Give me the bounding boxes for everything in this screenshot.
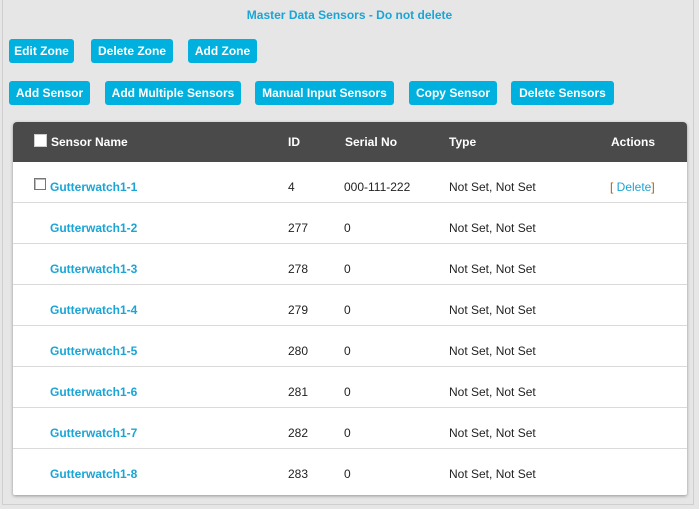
sensor-name-link[interactable]: Gutterwatch1-7 — [50, 426, 137, 440]
sensor-id: 283 — [288, 467, 309, 481]
sensor-type: Not Set, Not Set — [449, 303, 536, 317]
table-row: Gutterwatch1-4 279 0 Not Set, Not Set — [13, 285, 687, 326]
column-header-sensor-name[interactable]: Sensor Name — [51, 135, 128, 149]
sensor-serial: 0 — [344, 262, 351, 276]
table-row: Gutterwatch1-7 282 0 Not Set, Not Set — [13, 408, 687, 449]
edit-zone-button[interactable]: Edit Zone — [9, 39, 74, 63]
column-header-type[interactable]: Type — [449, 135, 476, 149]
delete-zone-button[interactable]: Delete Zone — [91, 39, 173, 63]
copy-sensor-button[interactable]: Copy Sensor — [409, 81, 497, 105]
column-header-id[interactable]: ID — [288, 135, 300, 149]
sensor-type: Not Set, Not Set — [449, 180, 536, 194]
sensor-name-link[interactable]: Gutterwatch1-6 — [50, 385, 137, 399]
row-checkbox[interactable] — [34, 178, 46, 190]
table-row: Gutterwatch1-1 4 000-111-222 Not Set, No… — [13, 162, 687, 203]
sensor-name-link[interactable]: Gutterwatch1-5 — [50, 344, 137, 358]
sensor-type: Not Set, Not Set — [449, 385, 536, 399]
sensor-serial: 0 — [344, 303, 351, 317]
sensor-type: Not Set, Not Set — [449, 426, 536, 440]
table-row: Gutterwatch1-3 278 0 Not Set, Not Set — [13, 244, 687, 285]
table-header: Sensor Name ID Serial No Type Actions — [13, 122, 687, 162]
sensor-type: Not Set, Not Set — [449, 262, 536, 276]
sensor-id: 277 — [288, 221, 309, 235]
table-row: Gutterwatch1-2 277 0 Not Set, Not Set — [13, 203, 687, 244]
select-all-checkbox[interactable] — [34, 134, 47, 147]
sensor-id: 280 — [288, 344, 309, 358]
table-row: Gutterwatch1-5 280 0 Not Set, Not Set — [13, 326, 687, 367]
bracket-open: [ — [610, 180, 617, 194]
add-multiple-sensors-button[interactable]: Add Multiple Sensors — [105, 81, 241, 105]
sensor-name-link[interactable]: Gutterwatch1-1 — [50, 180, 137, 194]
sensor-name-link[interactable]: Gutterwatch1-8 — [50, 467, 137, 481]
zone-title: Master Data Sensors - Do not delete — [246, 8, 453, 22]
add-zone-button[interactable]: Add Zone — [188, 39, 257, 63]
delete-sensors-button[interactable]: Delete Sensors — [511, 81, 614, 105]
manual-input-sensors-button[interactable]: Manual Input Sensors — [255, 81, 394, 105]
bracket-close: ] — [651, 180, 655, 194]
sensor-id: 281 — [288, 385, 309, 399]
sensors-table: Sensor Name ID Serial No Type Actions Gu… — [13, 122, 687, 495]
sensor-id: 278 — [288, 262, 309, 276]
sensor-name-link[interactable]: Gutterwatch1-4 — [50, 303, 137, 317]
sensor-id: 282 — [288, 426, 309, 440]
row-actions: [ Delete] — [610, 180, 655, 194]
sensor-serial: 0 — [344, 344, 351, 358]
table-row: Gutterwatch1-6 281 0 Not Set, Not Set — [13, 367, 687, 408]
sensor-serial: 000-111-222 — [344, 180, 411, 194]
sensor-serial: 0 — [344, 426, 351, 440]
sensor-serial: 0 — [344, 385, 351, 399]
sensor-serial: 0 — [344, 221, 351, 235]
sensor-id: 279 — [288, 303, 309, 317]
sensor-type: Not Set, Not Set — [449, 344, 536, 358]
sensor-type: Not Set, Not Set — [449, 221, 536, 235]
column-header-actions: Actions — [611, 135, 656, 149]
table-row: Gutterwatch1-8 283 0 Not Set, Not Set — [13, 449, 687, 490]
sensor-id: 4 — [288, 180, 295, 194]
delete-link[interactable]: Delete — [617, 180, 652, 194]
sensor-name-link[interactable]: Gutterwatch1-3 — [50, 262, 137, 276]
sensor-type: Not Set, Not Set — [449, 467, 536, 481]
sensor-serial: 0 — [344, 467, 351, 481]
sensor-name-link[interactable]: Gutterwatch1-2 — [50, 221, 137, 235]
add-sensor-button[interactable]: Add Sensor — [9, 81, 90, 105]
column-header-serial-no[interactable]: Serial No — [345, 135, 397, 149]
